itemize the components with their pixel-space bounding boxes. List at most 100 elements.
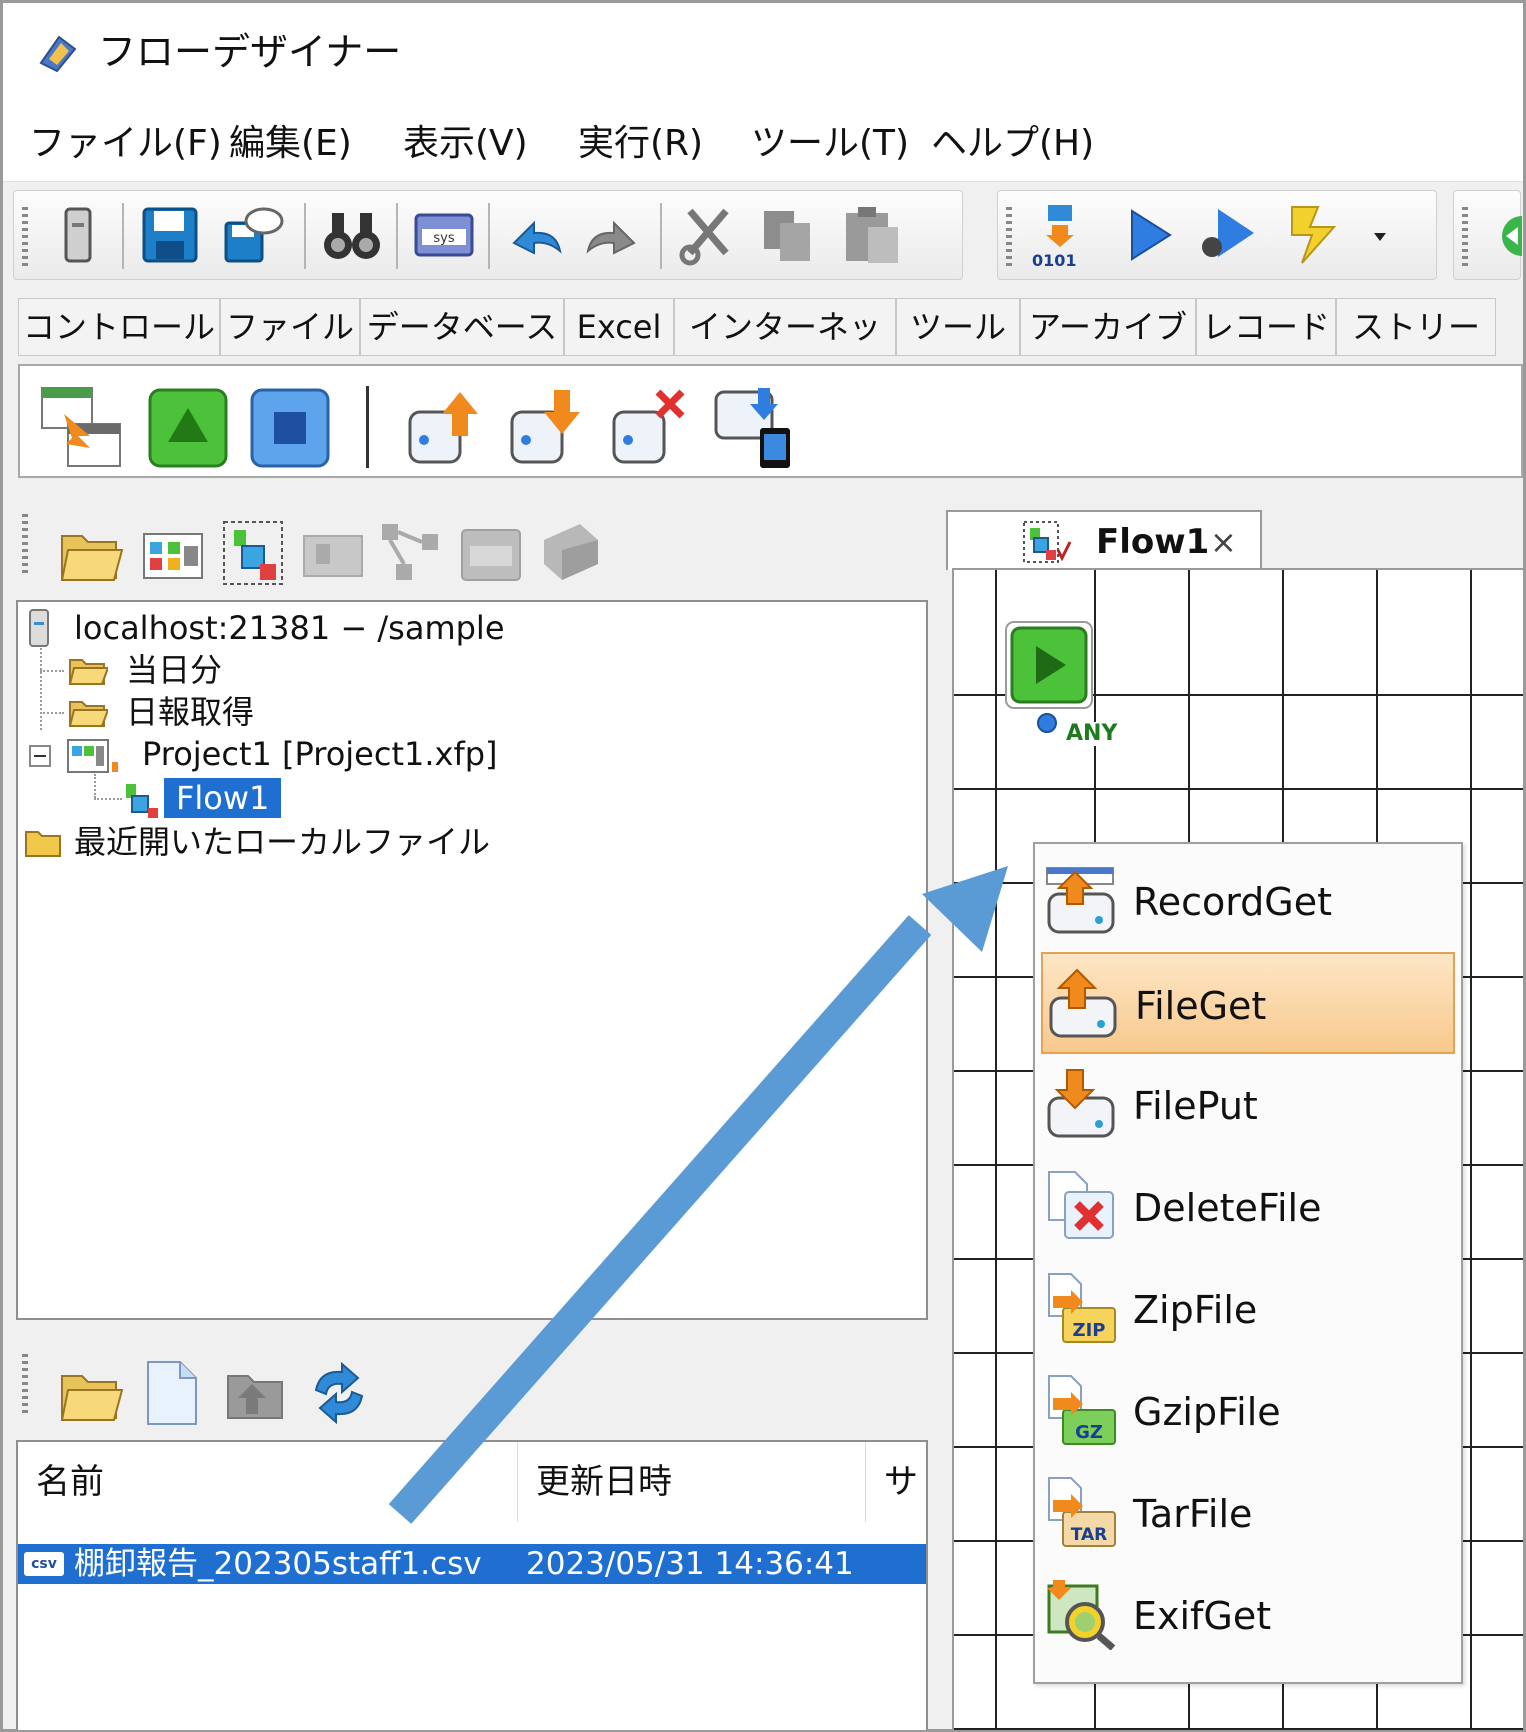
toolbar-group-run: 0101: [997, 190, 1437, 280]
tree-recent-files[interactable]: 最近開いたローカルファイル: [74, 822, 490, 862]
tab-internet[interactable]: インターネット: [674, 298, 896, 402]
copy-icon[interactable]: [756, 203, 820, 267]
toolbar-group-edit: sys: [13, 190, 963, 280]
popup-item-tarfile[interactable]: TAR TarFile: [1041, 1462, 1455, 1564]
popup-item-exifget[interactable]: ExifGet: [1041, 1564, 1455, 1666]
tree-root[interactable]: localhost:21381 − /sample: [74, 608, 505, 648]
tree-connector: [94, 774, 96, 798]
sys-icon[interactable]: sys: [412, 203, 476, 267]
tree-connector: [40, 712, 64, 714]
save-as-icon[interactable]: [220, 203, 284, 267]
popup-item-recordget[interactable]: RecordGet: [1041, 850, 1455, 952]
popup-item-label: FileGet: [1135, 984, 1267, 1028]
file-put-icon[interactable]: [504, 384, 590, 470]
refresh-icon[interactable]: [308, 1362, 370, 1424]
undo-icon[interactable]: [504, 203, 568, 267]
tab-file[interactable]: ファイル: [220, 298, 360, 356]
menu-run[interactable]: 実行(R): [578, 121, 703, 167]
menu-tools[interactable]: ツール(T): [751, 121, 909, 167]
run-icon[interactable]: [1116, 203, 1180, 267]
back-icon[interactable]: [1488, 213, 1522, 259]
cut-icon[interactable]: [676, 203, 740, 267]
file-list: 名前 更新日時 サ csv 棚卸報告_202305staff1.csv 2023…: [16, 1440, 928, 1730]
toolbar-separator: [660, 203, 662, 269]
tab-excel[interactable]: Excel: [564, 298, 674, 356]
tab-tool[interactable]: ツール: [896, 298, 1020, 356]
port-dot-icon[interactable]: [1036, 712, 1058, 734]
gzip-file-icon: GZ: [1048, 1375, 1116, 1445]
lightning-icon[interactable]: [1282, 203, 1346, 267]
collapse-icon[interactable]: [28, 744, 52, 768]
tree-folder-daily-report[interactable]: 日報取得: [126, 692, 254, 732]
tree-folder-today[interactable]: 当日分: [126, 650, 222, 690]
palette-separator: [366, 386, 369, 468]
delete-file-icon[interactable]: [606, 384, 692, 470]
flow-icon[interactable]: [222, 520, 284, 586]
open-folder-icon[interactable]: [58, 524, 124, 586]
app-icon: [39, 35, 77, 73]
disabled-icon-2[interactable]: [378, 520, 442, 584]
table-row[interactable]: csv 棚卸報告_202305staff1.csv 2023/05/31 14:…: [18, 1544, 926, 1584]
server-icon[interactable]: [46, 203, 110, 267]
tab-database[interactable]: データベース: [360, 298, 564, 356]
start-node-icon[interactable]: [1004, 620, 1094, 710]
paste-icon[interactable]: [840, 203, 904, 267]
svg-text:GZ: GZ: [1075, 1422, 1103, 1443]
popup-item-fileget[interactable]: FileGet: [1041, 952, 1455, 1054]
dropdown-icon[interactable]: [1370, 229, 1390, 245]
tree-project[interactable]: Project1 [Project1.xfp]: [142, 734, 498, 774]
column-header-size[interactable]: サ: [866, 1442, 930, 1522]
main-toolbar: sys 0101: [3, 181, 1523, 289]
toolbar-grip[interactable]: [22, 1354, 28, 1414]
project-icon[interactable]: [142, 532, 204, 580]
toolbar-grip[interactable]: [22, 514, 28, 574]
toolbar-grip[interactable]: [22, 207, 28, 267]
toolbar-separator: [488, 203, 490, 269]
flow-icon: [1023, 521, 1072, 563]
disabled-icon-3[interactable]: [458, 520, 524, 584]
popup-item-gzipfile[interactable]: GZ GzipFile: [1041, 1360, 1455, 1462]
toolbar-grip[interactable]: [1006, 207, 1012, 267]
file-get-icon: [1049, 968, 1117, 1038]
tab-record[interactable]: レコード: [1196, 298, 1336, 356]
compile-label: 0101: [1032, 251, 1077, 270]
debug-run-icon[interactable]: [1194, 203, 1258, 267]
tab-stream[interactable]: ストリーム: [1336, 298, 1496, 402]
menu-edit[interactable]: 編集(E): [229, 121, 352, 167]
toolbar-grip[interactable]: [1462, 207, 1468, 267]
popup-item-label: RecordGet: [1133, 880, 1333, 924]
toolbar-separator: [396, 203, 398, 269]
redo-icon[interactable]: [580, 203, 644, 267]
save-icon[interactable]: [138, 203, 202, 267]
editor-tab-flow1[interactable]: Flow1 ×: [946, 510, 1262, 570]
tree-flow-selected[interactable]: Flow1: [164, 778, 282, 818]
stop-icon[interactable]: [246, 384, 332, 470]
menu-file[interactable]: ファイル(F): [29, 121, 222, 167]
popup-item-zipfile[interactable]: ZIP ZipFile: [1041, 1258, 1455, 1360]
binoculars-icon[interactable]: [320, 203, 384, 267]
tab-archive[interactable]: アーカイブ: [1020, 298, 1196, 356]
menu-view[interactable]: 表示(V): [403, 121, 528, 167]
tree-connector: [94, 798, 122, 800]
table-convert-icon[interactable]: [38, 384, 124, 470]
new-file-icon[interactable]: [144, 1360, 198, 1426]
disabled-icon-4[interactable]: [540, 520, 602, 584]
folder-up-icon[interactable]: [224, 1364, 290, 1426]
popup-item-label: ExifGet: [1133, 1594, 1272, 1638]
menu-help[interactable]: ヘルプ(H): [931, 121, 1094, 167]
exif-get-icon: [1047, 1580, 1116, 1650]
disabled-icon-1[interactable]: [302, 530, 364, 580]
svg-text:ZIP: ZIP: [1073, 1320, 1106, 1341]
column-header-name[interactable]: 名前: [18, 1442, 518, 1522]
close-tab-icon[interactable]: ×: [1210, 522, 1237, 562]
open-folder-icon[interactable]: [58, 1364, 124, 1426]
folder-icon: [68, 659, 108, 685]
toolbar-group-extra: [1453, 190, 1522, 280]
popup-item-deletefile[interactable]: DeleteFile: [1041, 1156, 1455, 1258]
tab-control[interactable]: コントロール: [18, 298, 220, 356]
mobile-sync-icon[interactable]: [710, 384, 796, 470]
column-header-modified[interactable]: 更新日時: [518, 1442, 866, 1522]
start-icon[interactable]: [144, 384, 230, 470]
file-get-icon[interactable]: [402, 384, 488, 470]
popup-item-fileput[interactable]: FilePut: [1041, 1054, 1455, 1156]
